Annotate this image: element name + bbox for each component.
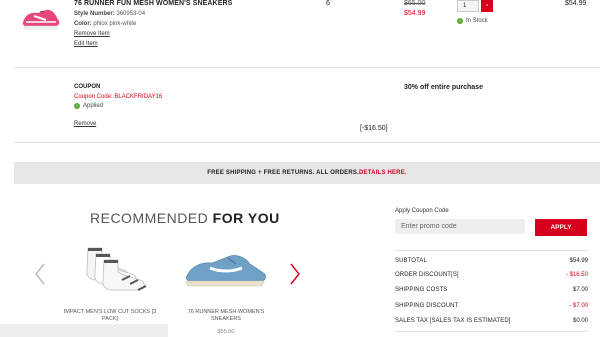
color-label: Color: — [74, 21, 92, 27]
divider — [395, 250, 588, 251]
divider — [395, 331, 588, 332]
cart-item-name[interactable]: 76 RUNNER FUN MESH WOMEN'S SNEAKERS — [74, 0, 232, 7]
quantity-field[interactable]: 1 — [457, 0, 479, 12]
check-icon: ✓ — [457, 18, 463, 24]
cart-item-style-number: Style Number: 360953-04 — [74, 11, 145, 17]
quantity-decrease-button[interactable]: - — [481, 0, 493, 12]
stock-status-text: In Stock — [466, 18, 488, 24]
sale-price: $54.99 — [404, 10, 426, 17]
line-total: $54.99 — [565, 0, 587, 7]
shipping-banner: FREE SHIPPING + FREE RETURNS. ALL ORDERS… — [14, 162, 600, 184]
apply-coupon-button[interactable]: APPLY — [535, 219, 587, 236]
product-thumbnail-pink-sneaker[interactable] — [20, 2, 62, 34]
recommended-title-light: RECOMMENDED — [90, 210, 209, 226]
recommended-product-price: $55.00 — [217, 329, 235, 335]
recommended-product-name[interactable]: IMPACT MEN'S LOW CUT SOCKS [3 PACK] — [58, 309, 162, 323]
summary-label-subtotal: SUBTOTAL — [395, 258, 427, 264]
summary-label-shipping-costs: SHIPPING COSTS — [395, 287, 448, 293]
shipping-details-link[interactable]: DETAILS HERE. — [359, 170, 407, 176]
product-image-blue-sneaker[interactable] — [180, 248, 272, 292]
recommended-title-bold: FOR YOU — [212, 210, 280, 226]
summary-value-subtotal: $54.99 — [569, 258, 588, 264]
divider — [14, 142, 600, 143]
coupon-code: Coupon Code: BLACKFRIDAY16 — [74, 94, 163, 100]
summary-label-sales-tax: SALES TAX [SALES TAX IS ESTIMATED] — [395, 318, 511, 324]
remove-item-link[interactable]: Remove Item — [74, 31, 110, 37]
recommended-title: RECOMMENDED FOR YOU — [90, 210, 280, 226]
check-icon: ✓ — [74, 103, 80, 109]
footer-panel — [0, 324, 168, 337]
style-number-label: Style Number: — [74, 11, 115, 17]
cart-item-color: Color: phlox pink-white — [74, 21, 136, 27]
coupon-status-text: Applied — [83, 103, 104, 109]
remove-coupon-link[interactable]: Remove — [74, 121, 96, 127]
summary-label-order-discount: ORDER DISCOUNT[S] — [395, 272, 459, 278]
coupon-description: 30% off entire purchase — [404, 84, 483, 91]
style-number-value: 360953-04 — [116, 11, 146, 17]
edit-item-link[interactable]: Edit Item — [74, 41, 98, 47]
summary-value-sales-tax: $0.00 — [572, 318, 588, 324]
product-image-socks[interactable] — [60, 240, 156, 296]
divider — [14, 67, 600, 68]
recommended-product-name[interactable]: 76 RUNNER MESH WOMEN'S SNEAKERS — [176, 309, 276, 323]
stock-status: ✓ In Stock — [457, 18, 488, 24]
coupon-status: ✓ Applied — [74, 103, 103, 109]
carousel-prev-icon[interactable] — [33, 262, 47, 286]
summary-value-shipping-costs: $7.00 — [572, 287, 588, 293]
cart-item-size: 6 — [326, 0, 330, 7]
promo-code-input[interactable] — [395, 219, 525, 234]
summary-value-shipping-discount: - $7.00 — [569, 303, 588, 309]
carousel-next-icon[interactable] — [288, 262, 302, 286]
color-value: phlox pink-white — [93, 21, 137, 27]
original-price: $65.00 — [404, 0, 426, 7]
shipping-banner-text: FREE SHIPPING + FREE RETURNS. ALL ORDERS… — [207, 170, 359, 176]
summary-label-shipping-discount: SHIPPING DISCOUNT — [395, 303, 459, 309]
summary-value-order-discount: - $16.50 — [565, 272, 588, 278]
coupon-title: COUPON — [74, 84, 101, 90]
coupon-amount: [-$16.50] — [360, 125, 388, 132]
apply-coupon-label: Apply Coupon Code — [395, 208, 449, 214]
